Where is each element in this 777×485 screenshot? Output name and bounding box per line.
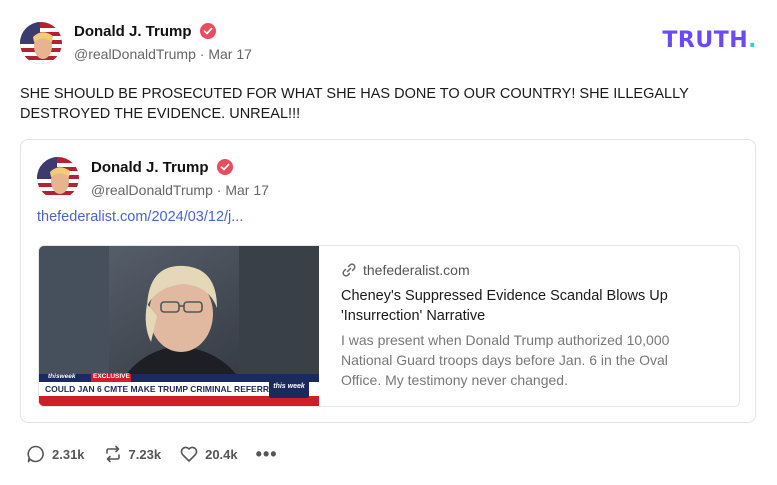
reply-button[interactable]: 2.31k [26, 444, 85, 464]
like-button[interactable]: 20.4k [179, 444, 238, 464]
truth-logo[interactable]: TRUTH. [662, 28, 757, 53]
more-icon: ••• [255, 444, 278, 464]
author-avatar[interactable] [20, 22, 62, 64]
link-preview-thumbnail[interactable]: thisweek EXCLUSIVE COULD JAN 6 CMTE MAKE… [39, 246, 319, 406]
post-text-line: DESTROYED THE EVIDENCE. UNREAL!!! [20, 106, 301, 122]
author-meta: @realDonaldTrump · Mar 17 [74, 46, 252, 62]
thumbnail-network-label: thisweek [48, 373, 76, 380]
quoted-author-avatar[interactable] [37, 157, 79, 199]
quoted-author-name-row: Donald J. Trump [91, 159, 233, 177]
quoted-post-link[interactable]: thefederalist.com/2024/03/12/j... [37, 209, 243, 225]
more-options-button[interactable]: ••• [255, 444, 278, 464]
retruth-icon [105, 445, 120, 463]
quoted-author-name[interactable]: Donald J. Trump [91, 159, 209, 176]
reply-icon [27, 445, 44, 463]
link-title[interactable]: Cheney's Suppressed Evidence Scandal Blo… [341, 286, 721, 326]
link-preview-card[interactable]: thisweek EXCLUSIVE COULD JAN 6 CMTE MAKE… [38, 245, 740, 407]
link-domain: thefederalist.com [363, 262, 470, 278]
verified-badge-icon [216, 159, 233, 175]
reply-count: 2.31k [52, 446, 85, 462]
quoted-author-meta: @realDonaldTrump · Mar 17 [91, 182, 269, 198]
thumbnail-exclusive-label: EXCLUSIVE [93, 373, 130, 380]
post-text: SHE SHOULD BE PROSECUTED FOR WHAT SHE HA… [20, 84, 750, 124]
post-text-line: SHE SHOULD BE PROSECUTED FOR WHAT SHE HA… [20, 86, 689, 102]
post-date[interactable]: Mar 17 [208, 46, 252, 62]
verified-badge-icon [199, 23, 216, 39]
thumbnail-headline: COULD JAN 6 CMTE MAKE TRUMP CRIMINAL REF… [45, 384, 286, 394]
link-description: I was present when Donald Trump authoriz… [341, 332, 670, 388]
quoted-author-handle[interactable]: @realDonaldTrump [91, 182, 213, 198]
retruth-count: 7.23k [128, 446, 162, 462]
author-name[interactable]: Donald J. Trump [74, 23, 192, 40]
quoted-post-card[interactable]: Donald J. Trump @realDonaldTrump · Mar 1… [20, 139, 756, 423]
thumbnail-logo: this week [273, 383, 305, 390]
quoted-post-date[interactable]: Mar 17 [225, 182, 269, 198]
action-bar: 2.31k 7.23k 20.4k ••• [26, 444, 296, 464]
heart-icon [180, 446, 198, 462]
author-name-row: Donald J. Trump [74, 23, 216, 41]
author-handle[interactable]: @realDonaldTrump [74, 46, 196, 62]
retruth-button[interactable]: 7.23k [103, 444, 162, 464]
logo-dot: . [748, 28, 757, 53]
link-domain-row: thefederalist.com [341, 262, 470, 278]
logo-text: TRUTH [662, 28, 749, 53]
like-count: 20.4k [205, 446, 238, 462]
link-chain-icon [341, 262, 357, 278]
